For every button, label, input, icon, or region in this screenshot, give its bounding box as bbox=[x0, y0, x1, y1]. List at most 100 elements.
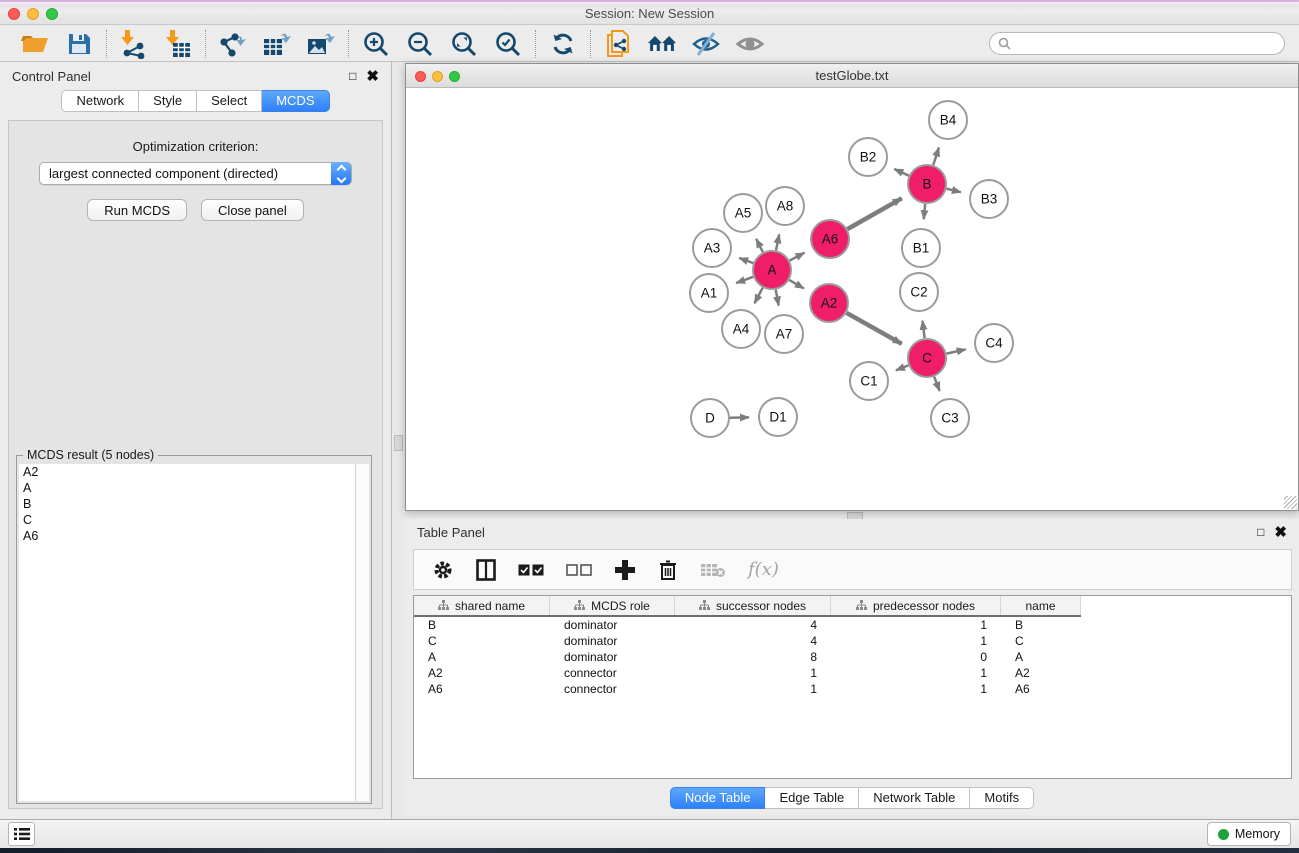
table-cell[interactable]: 1 bbox=[675, 665, 831, 681]
table-cell[interactable]: 1 bbox=[831, 633, 1001, 649]
graph-edge[interactable] bbox=[924, 204, 925, 219]
graph-edge[interactable] bbox=[847, 198, 901, 229]
table-cell[interactable]: A2 bbox=[1001, 665, 1081, 681]
column-header-MCDS-role[interactable]: MCDS role bbox=[550, 596, 675, 615]
graph-edge[interactable] bbox=[776, 290, 779, 306]
table-cell[interactable]: B bbox=[414, 617, 550, 633]
table-row[interactable]: A2connector11A2 bbox=[414, 665, 1291, 681]
table-cell[interactable]: 0 bbox=[831, 649, 1001, 665]
zoom-selected-icon[interactable] bbox=[493, 29, 523, 59]
show-eye-icon[interactable] bbox=[735, 29, 765, 59]
table-cell[interactable]: dominator bbox=[550, 633, 675, 649]
tab-mcds[interactable]: MCDS bbox=[262, 90, 329, 112]
table-cell[interactable]: dominator bbox=[550, 617, 675, 633]
column-header-predecessor-nodes[interactable]: predecessor nodes bbox=[831, 596, 1001, 615]
search-input[interactable] bbox=[989, 32, 1285, 55]
graph-edge[interactable] bbox=[896, 365, 908, 370]
settings-icon[interactable] bbox=[432, 559, 454, 581]
refresh-icon[interactable] bbox=[548, 29, 578, 59]
zoom-fit-icon[interactable] bbox=[449, 29, 479, 59]
table-cell[interactable]: 4 bbox=[675, 617, 831, 633]
net-minimize-button[interactable] bbox=[432, 71, 443, 82]
graph-edge[interactable] bbox=[776, 234, 779, 250]
table-cell[interactable]: 4 bbox=[675, 633, 831, 649]
result-list-item[interactable]: B bbox=[19, 496, 355, 512]
result-list-item[interactable]: C bbox=[19, 512, 355, 528]
graph-edge[interactable] bbox=[846, 313, 901, 344]
mcds-result-list[interactable]: A2ABCA6 bbox=[19, 464, 356, 801]
import-network-icon[interactable] bbox=[119, 29, 149, 59]
close-table-panel-icon[interactable]: ✖ bbox=[1274, 525, 1287, 540]
graph-edge[interactable] bbox=[736, 277, 753, 283]
table-cell[interactable]: 1 bbox=[675, 681, 831, 697]
delete-icon[interactable] bbox=[658, 559, 678, 581]
splitter-grip-vertical[interactable] bbox=[394, 435, 403, 451]
zoom-window-button[interactable] bbox=[46, 8, 58, 20]
result-list-item[interactable]: A2 bbox=[19, 464, 355, 480]
close-panel-icon[interactable]: ✖ bbox=[366, 69, 379, 84]
export-table-icon[interactable] bbox=[262, 29, 292, 59]
network-window-titlebar[interactable]: testGlobe.txt bbox=[406, 64, 1298, 88]
table-cell[interactable]: 1 bbox=[831, 681, 1001, 697]
table-cell[interactable]: connector bbox=[550, 665, 675, 681]
window-resize-grip[interactable] bbox=[1284, 496, 1297, 509]
zoom-out-icon[interactable] bbox=[405, 29, 435, 59]
graph-edge[interactable] bbox=[754, 288, 762, 304]
result-list-item[interactable]: A bbox=[19, 480, 355, 496]
table-cell[interactable]: A bbox=[414, 649, 550, 665]
close-panel-button[interactable]: Close panel bbox=[201, 199, 304, 221]
add-icon[interactable] bbox=[614, 559, 636, 581]
table-cell[interactable]: 8 bbox=[675, 649, 831, 665]
save-session-icon[interactable] bbox=[64, 29, 94, 59]
graph-edge[interactable] bbox=[894, 169, 908, 176]
tab-edge-table[interactable]: Edge Table bbox=[765, 787, 859, 809]
tab-network-table[interactable]: Network Table bbox=[859, 787, 970, 809]
table-cell[interactable]: 1 bbox=[831, 665, 1001, 681]
tab-select[interactable]: Select bbox=[197, 90, 262, 112]
graph-edge[interactable] bbox=[946, 189, 960, 192]
graph-edge[interactable] bbox=[789, 280, 804, 288]
table-cell[interactable]: A6 bbox=[414, 681, 550, 697]
close-window-button[interactable] bbox=[8, 8, 20, 20]
tab-network[interactable]: Network bbox=[61, 90, 139, 112]
export-network-icon[interactable] bbox=[218, 29, 248, 59]
graph-edge[interactable] bbox=[922, 321, 924, 338]
float-panel-icon[interactable]: □ bbox=[349, 70, 356, 82]
tab-style[interactable]: Style bbox=[139, 90, 197, 112]
zoom-in-icon[interactable] bbox=[361, 29, 391, 59]
table-row[interactable]: Cdominator41C bbox=[414, 633, 1291, 649]
deselect-all-icon[interactable] bbox=[566, 563, 592, 577]
tab-node-table[interactable]: Node Table bbox=[670, 787, 766, 809]
table-body[interactable]: Bdominator41BCdominator41CAdominator80AA… bbox=[414, 617, 1291, 697]
export-image-icon[interactable] bbox=[306, 29, 336, 59]
network-canvas[interactable]: B4B2BB3A8A5A6B1A3AA1C2A2A4A7C4CC1C3DD1 bbox=[406, 88, 1298, 510]
select-all-icon[interactable] bbox=[518, 563, 544, 577]
result-list-item[interactable]: A6 bbox=[19, 528, 355, 544]
criterion-select[interactable]: largest connected component (directed) bbox=[39, 162, 352, 185]
graph-edge[interactable] bbox=[756, 239, 763, 252]
table-cell[interactable]: B bbox=[1001, 617, 1081, 633]
graph-edge[interactable] bbox=[947, 349, 966, 353]
table-cell[interactable]: C bbox=[414, 633, 550, 649]
table-cell[interactable]: C bbox=[1001, 633, 1081, 649]
run-mcds-button[interactable]: Run MCDS bbox=[87, 199, 187, 221]
column-icon[interactable] bbox=[476, 559, 496, 581]
table-cell[interactable]: 1 bbox=[831, 617, 1001, 633]
memory-button[interactable]: Memory bbox=[1207, 822, 1291, 846]
net-zoom-button[interactable] bbox=[449, 71, 460, 82]
table-row[interactable]: Adominator80A bbox=[414, 649, 1291, 665]
table-row[interactable]: A6connector11A6 bbox=[414, 681, 1291, 697]
table-row[interactable]: Bdominator41B bbox=[414, 617, 1291, 633]
graph-edge[interactable] bbox=[790, 253, 805, 261]
destroy-table-icon[interactable] bbox=[700, 562, 726, 578]
table-cell[interactable]: A bbox=[1001, 649, 1081, 665]
graph-edge[interactable] bbox=[739, 258, 753, 263]
column-header-shared-name[interactable]: shared name bbox=[414, 596, 550, 615]
clone-network-icon[interactable] bbox=[603, 29, 633, 59]
column-header-name[interactable]: name bbox=[1001, 596, 1081, 615]
result-scrollbar[interactable] bbox=[356, 464, 369, 801]
table-cell[interactable]: A6 bbox=[1001, 681, 1081, 697]
table-cell[interactable]: connector bbox=[550, 681, 675, 697]
net-close-button[interactable] bbox=[415, 71, 426, 82]
table-cell[interactable]: dominator bbox=[550, 649, 675, 665]
